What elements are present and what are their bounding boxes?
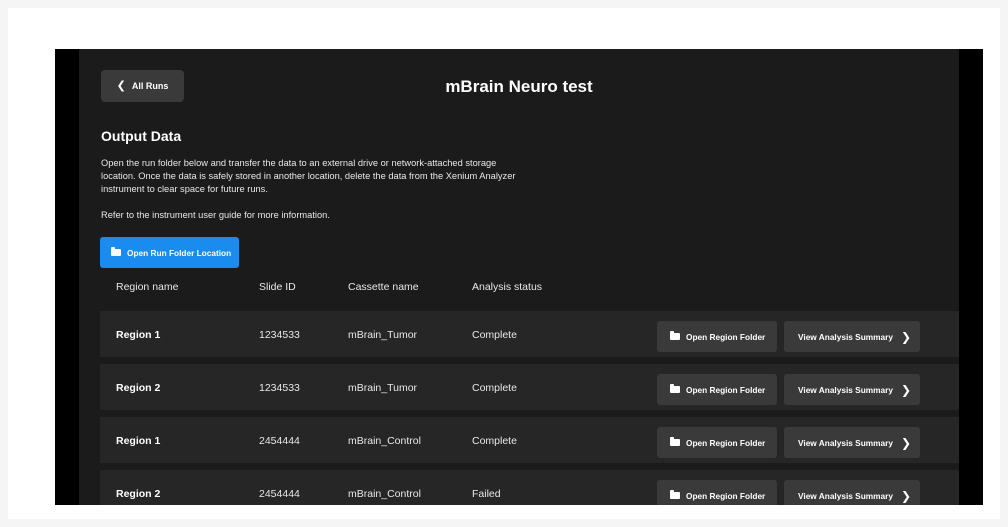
view-analysis-summary-label: View Analysis Summary xyxy=(798,331,894,342)
analysis-status: Complete xyxy=(472,382,517,394)
col-slide-id: Slide ID xyxy=(259,281,296,293)
open-region-folder-label: Open Region Folder xyxy=(686,437,766,448)
view-analysis-summary-button[interactable]: View Analysis Summary ❯ xyxy=(784,321,920,352)
view-analysis-summary-button[interactable]: View Analysis Summary ❯ xyxy=(784,374,920,405)
slide-id: 1234533 xyxy=(259,382,300,394)
view-analysis-summary-label: View Analysis Summary xyxy=(798,384,894,395)
view-analysis-summary-button[interactable]: View Analysis Summary ❯ xyxy=(784,427,920,458)
view-analysis-summary-button[interactable]: View Analysis Summary ❯ xyxy=(784,480,920,505)
app-screen: ❮ All Runs mBrain Neuro test Output Data… xyxy=(55,49,983,505)
cassette-name: mBrain_Control xyxy=(348,435,421,447)
folder-icon xyxy=(670,490,680,499)
analysis-status: Complete xyxy=(472,329,517,341)
table-row: Region 2 2454444 mBrain_Control Failed O… xyxy=(100,470,959,505)
open-region-folder-button[interactable]: Open Region Folder xyxy=(657,427,777,458)
table-row: Region 1 2454444 mBrain_Control Complete… xyxy=(100,417,959,463)
region-name: Region 1 xyxy=(116,435,161,447)
page-title: mBrain Neuro test xyxy=(445,77,593,96)
view-analysis-summary-label: View Analysis Summary xyxy=(798,490,894,501)
open-region-folder-button[interactable]: Open Region Folder xyxy=(657,321,777,352)
folder-icon xyxy=(670,437,680,446)
open-region-folder-label: Open Region Folder xyxy=(686,331,766,342)
chevron-right-icon: ❯ xyxy=(901,488,912,503)
analysis-status: Complete xyxy=(472,435,517,447)
guide-note: Refer to the instrument user guide for m… xyxy=(101,210,330,220)
table-row: Region 2 1234533 mBrain_Tumor Complete O… xyxy=(100,364,959,410)
open-run-folder-label: Open Run Folder Location xyxy=(127,247,232,258)
output-description: Open the run folder below and transfer t… xyxy=(101,157,521,235)
run-detail-panel: ❮ All Runs mBrain Neuro test Output Data… xyxy=(79,49,959,505)
region-name: Region 2 xyxy=(116,382,161,394)
page-frame: ❮ All Runs mBrain Neuro test Output Data… xyxy=(8,8,1000,519)
open-run-folder-button[interactable]: Open Run Folder Location xyxy=(100,237,239,268)
cassette-name: mBrain_Control xyxy=(348,488,421,500)
slide-id: 2454444 xyxy=(259,488,300,500)
chevron-right-icon: ❯ xyxy=(901,382,912,397)
region-name: Region 2 xyxy=(116,488,161,500)
analysis-status: Failed xyxy=(472,488,501,500)
table-header: Region name Slide ID Cassette name Analy… xyxy=(79,281,959,307)
col-analysis-status: Analysis status xyxy=(472,281,543,293)
slide-id: 1234533 xyxy=(259,329,300,341)
col-region-name: Region name xyxy=(116,281,179,293)
open-region-folder-label: Open Region Folder xyxy=(686,384,766,395)
region-name: Region 1 xyxy=(116,329,161,341)
open-region-folder-label: Open Region Folder xyxy=(686,490,766,501)
cassette-name: mBrain_Tumor xyxy=(348,329,418,341)
chevron-right-icon: ❯ xyxy=(901,435,912,450)
chevron-right-icon: ❯ xyxy=(901,329,912,344)
slide-id: 2454444 xyxy=(259,435,300,447)
open-region-folder-button[interactable]: Open Region Folder xyxy=(657,374,777,405)
folder-icon xyxy=(111,247,121,256)
output-data-heading: Output Data xyxy=(101,128,182,144)
folder-icon xyxy=(670,384,680,393)
table-row: Region 1 1234533 mBrain_Tumor Complete O… xyxy=(100,311,959,357)
col-cassette-name: Cassette name xyxy=(348,281,419,293)
cassette-name: mBrain_Tumor xyxy=(348,382,418,394)
open-region-folder-button[interactable]: Open Region Folder xyxy=(657,480,777,505)
view-analysis-summary-label: View Analysis Summary xyxy=(798,437,894,448)
description-text: Open the run folder below and transfer t… xyxy=(101,158,516,194)
folder-icon xyxy=(670,331,680,340)
